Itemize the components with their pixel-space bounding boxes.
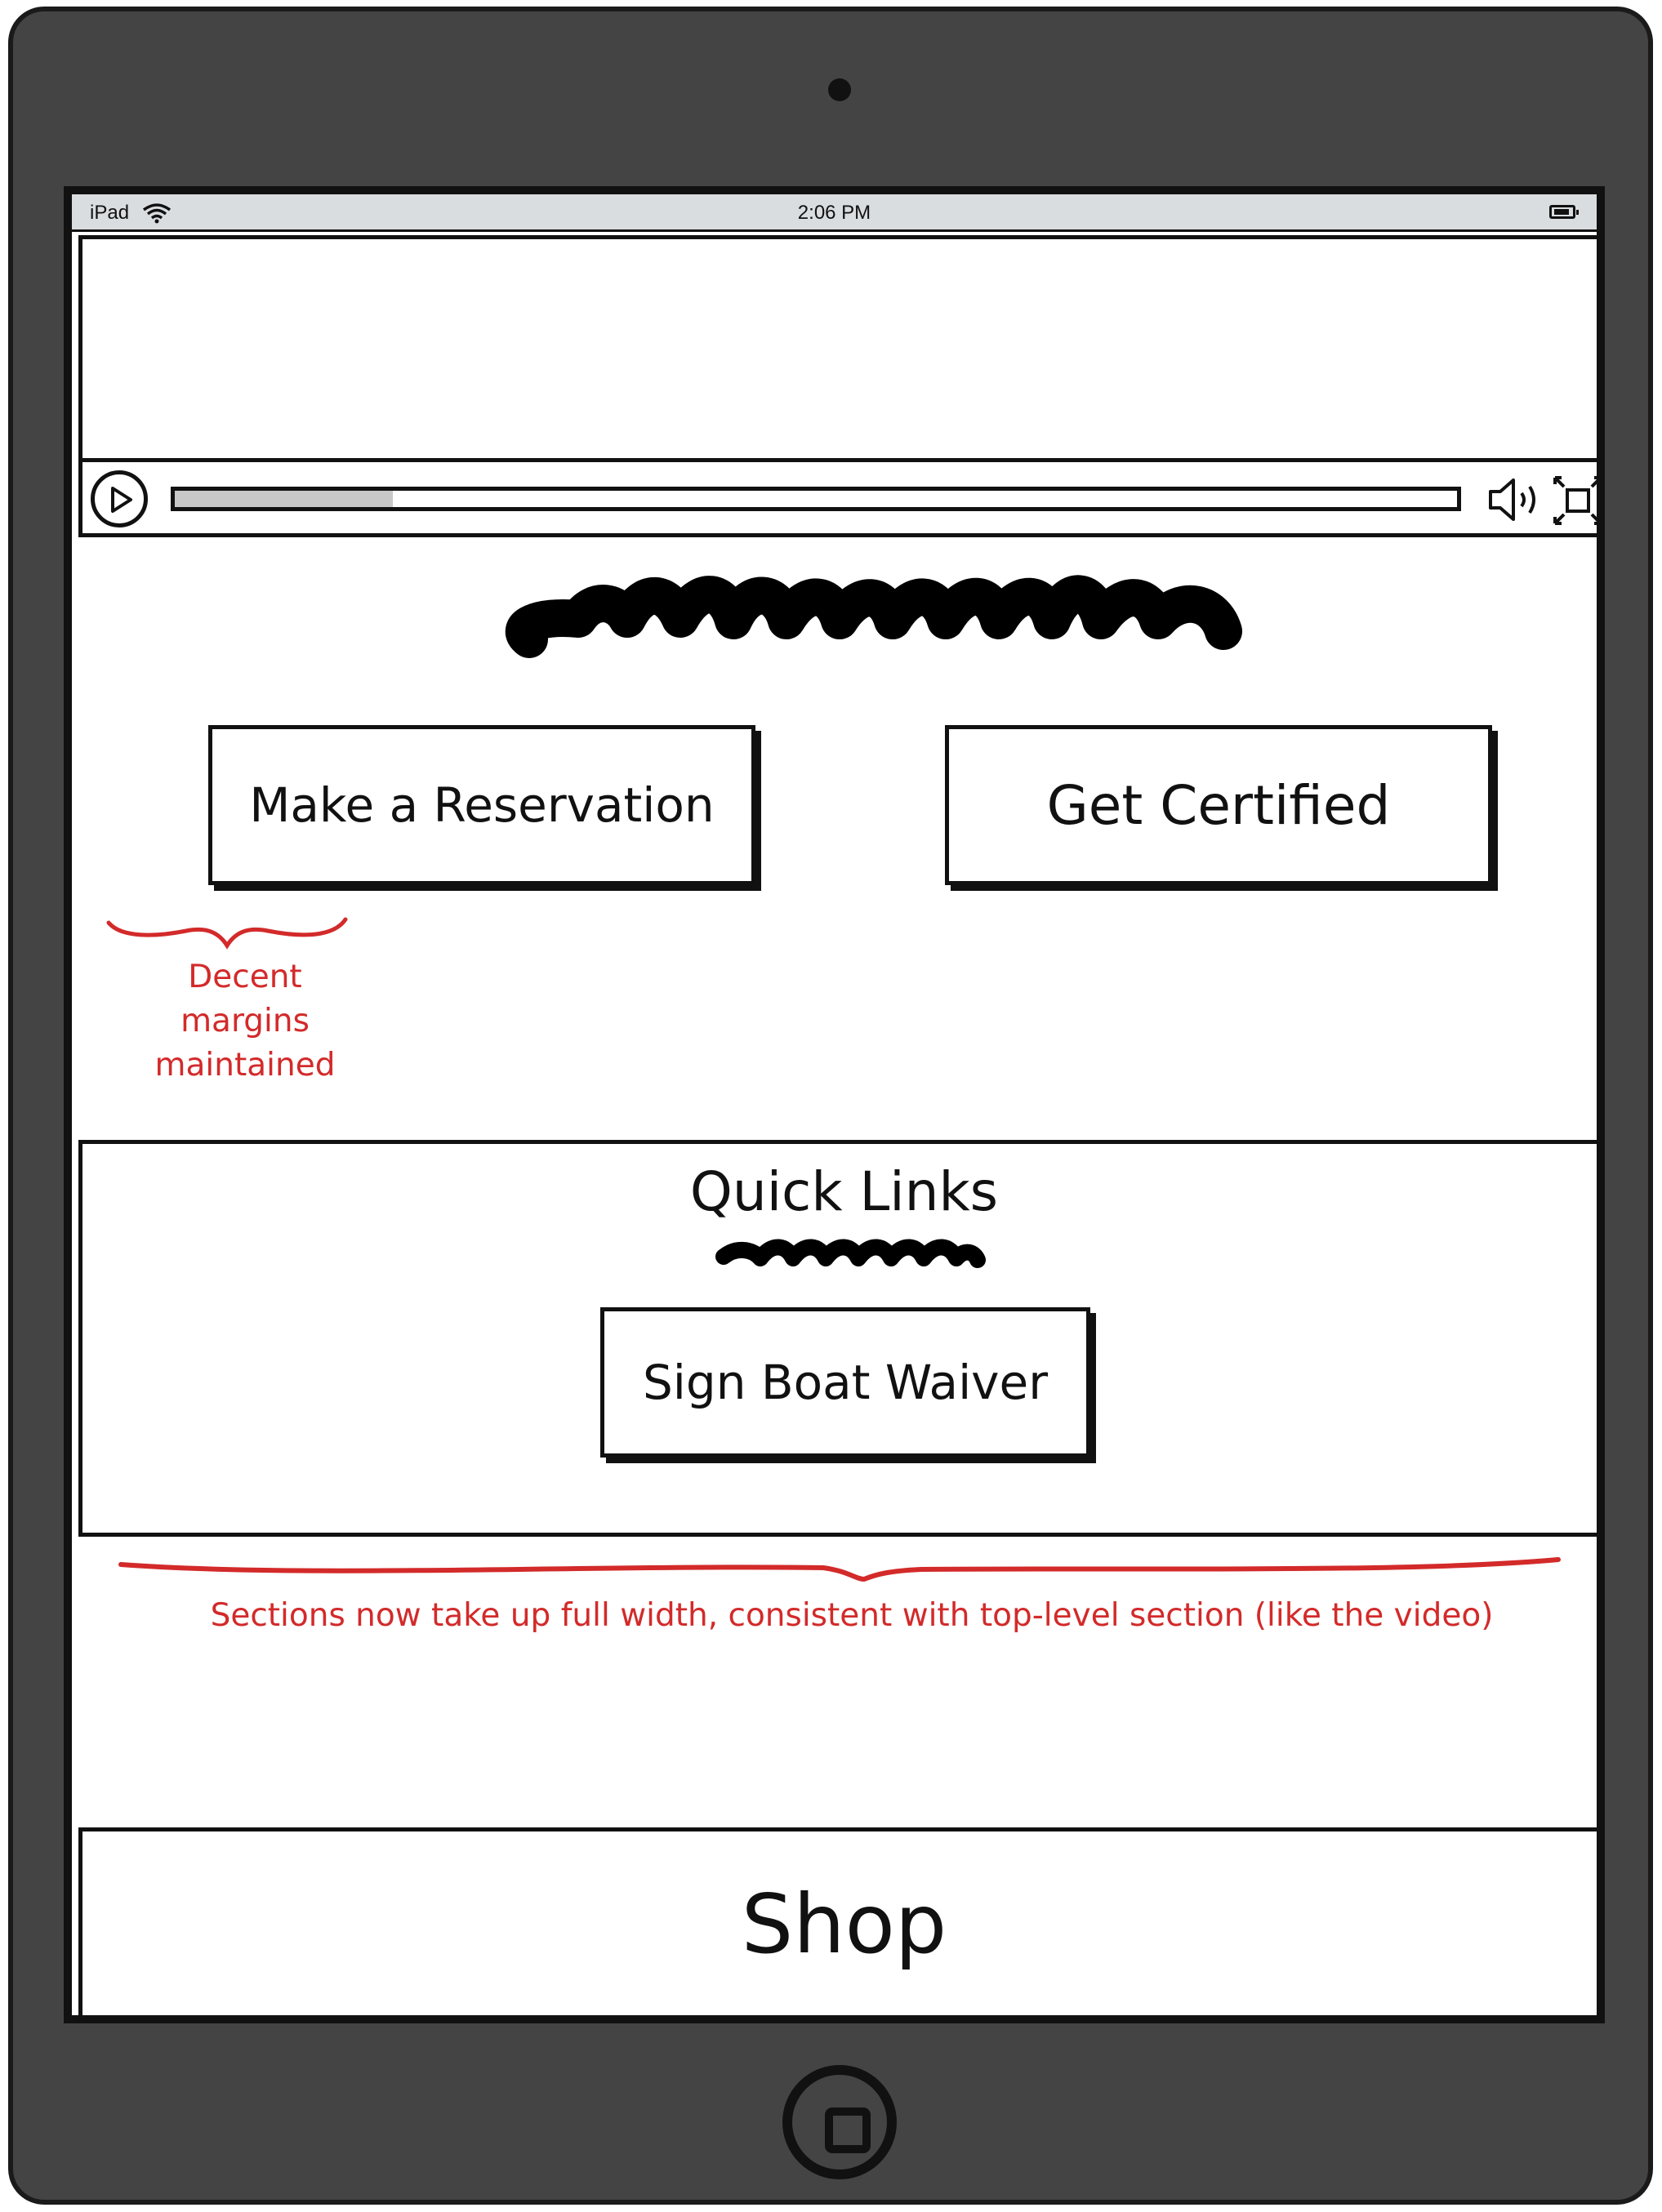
video-progress-fill: [175, 491, 393, 507]
scribbled-subheading: [715, 1239, 986, 1268]
shop-nav-bar[interactable]: Shop: [78, 1827, 1597, 2015]
margin-annotation-line: maintained: [154, 1047, 336, 1084]
home-button[interactable]: [782, 2065, 897, 2179]
make-reservation-button[interactable]: Make a Reservation: [208, 725, 755, 885]
width-brace-mark: [118, 1557, 1561, 1582]
play-button[interactable]: [91, 470, 148, 527]
volume-icon[interactable]: [1487, 475, 1544, 524]
video-player[interactable]: [78, 235, 1603, 537]
status-time: 2:06 PM: [797, 202, 871, 224]
scribbled-heading: [505, 575, 1242, 658]
quick-links-section: Quick Links Sign Boat Waiver: [78, 1140, 1597, 1537]
sign-boat-waiver-label: Sign Boat Waiver: [642, 1355, 1049, 1410]
status-bar: iPad 2:06 PM: [72, 194, 1597, 232]
get-certified-button[interactable]: Get Certified: [945, 725, 1492, 885]
video-controls: [82, 458, 1603, 533]
play-icon: [111, 487, 132, 513]
home-button-icon: [825, 2107, 871, 2153]
quick-links-title: Quick Links: [689, 1160, 999, 1223]
shop-label: Shop: [741, 1876, 947, 1972]
margin-brace-mark: [106, 917, 348, 950]
fullscreen-icon[interactable]: [1553, 475, 1603, 526]
camera-icon: [828, 78, 851, 101]
margin-annotation-line: margins: [180, 1003, 310, 1039]
get-certified-label: Get Certified: [1046, 773, 1391, 837]
screen: iPad 2:06 PM Make a Reservation Get Cert…: [64, 186, 1605, 2023]
make-reservation-label: Make a Reservation: [249, 777, 715, 833]
video-progress-bar[interactable]: [171, 487, 1461, 511]
margin-annotation-line: Decent: [188, 959, 302, 995]
sign-boat-waiver-button[interactable]: Sign Boat Waiver: [600, 1307, 1090, 1458]
width-annotation: Sections now take up full width, consist…: [210, 1597, 1494, 1634]
battery-icon: [1549, 205, 1579, 219]
margin-annotation: Decent margins maintained: [123, 955, 368, 1088]
